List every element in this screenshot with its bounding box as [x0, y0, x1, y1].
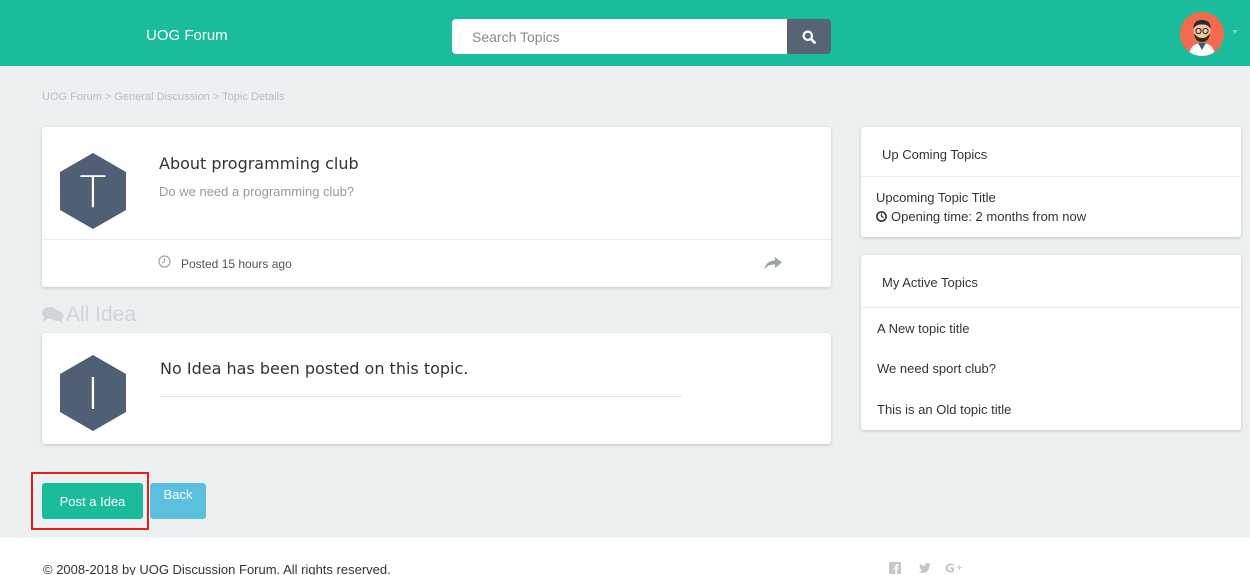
back-button[interactable]: Back	[150, 483, 206, 519]
ideas-heading: All Idea	[42, 303, 136, 327]
idea-avatar-icon: I	[60, 355, 126, 431]
topic-card: T About programming club Do we need a pr…	[42, 127, 831, 287]
search-input[interactable]	[452, 19, 787, 54]
search-icon	[802, 30, 816, 44]
upcoming-topic-time: Opening time: 2 months from now	[876, 209, 1086, 224]
search-button[interactable]	[787, 19, 831, 54]
twitter-icon[interactable]	[917, 563, 931, 574]
clock-icon	[158, 255, 171, 268]
posted-time: Posted 15 hours ago	[181, 257, 292, 271]
active-topic-item[interactable]: A New topic title	[877, 321, 970, 336]
active-topics-panel: My Active Topics A New topic title We ne…	[861, 255, 1241, 430]
topic-avatar-icon: T	[60, 153, 126, 229]
topic-description: Do we need a programming club?	[159, 184, 355, 199]
svg-text:G: G	[945, 562, 955, 574]
top-navbar: UOG Forum	[0, 0, 1250, 66]
upcoming-topic-title[interactable]: Upcoming Topic Title	[876, 190, 996, 205]
post-idea-button[interactable]: Post a Idea	[42, 483, 143, 519]
upcoming-topics-heading: Up Coming Topics	[882, 147, 988, 162]
breadcrumb[interactable]: UOG Forum > General Discussion > Topic D…	[42, 91, 285, 103]
active-topics-heading: My Active Topics	[882, 275, 978, 290]
idea-avatar-letter: I	[87, 369, 100, 420]
divider	[861, 176, 1241, 177]
google-plus-icon[interactable]: G +	[945, 562, 965, 574]
divider	[861, 307, 1241, 308]
active-topic-item[interactable]: We need sport club?	[877, 361, 996, 376]
footer: © 2008-2018 by UOG Discussion Forum. All…	[0, 538, 1250, 575]
user-avatar[interactable]	[1180, 12, 1224, 56]
chevron-down-icon[interactable]	[1232, 30, 1238, 34]
clock-icon	[876, 211, 887, 222]
divider	[160, 396, 682, 397]
user-avatar-icon	[1180, 12, 1224, 56]
topic-avatar-letter: T	[80, 167, 107, 218]
copyright-text: © 2008-2018 by UOG Discussion Forum. All…	[43, 562, 391, 575]
brand-link[interactable]: UOG Forum	[146, 27, 228, 44]
empty-ideas-message: No Idea has been posted on this topic.	[160, 359, 469, 378]
idea-card: I No Idea has been posted on this topic.	[42, 333, 831, 444]
topic-title: About programming club	[159, 154, 359, 173]
upcoming-topic-time-text: Opening time: 2 months from now	[891, 209, 1087, 224]
facebook-icon[interactable]	[889, 562, 901, 574]
share-icon[interactable]	[764, 257, 782, 270]
active-topic-item[interactable]: This is an Old topic title	[877, 402, 1011, 417]
ideas-heading-text: All Idea	[66, 303, 137, 326]
svg-text:+: +	[956, 563, 963, 572]
divider	[42, 239, 831, 240]
upcoming-topics-panel: Up Coming Topics Upcoming Topic Title Op…	[861, 127, 1241, 237]
comments-icon	[42, 307, 64, 323]
